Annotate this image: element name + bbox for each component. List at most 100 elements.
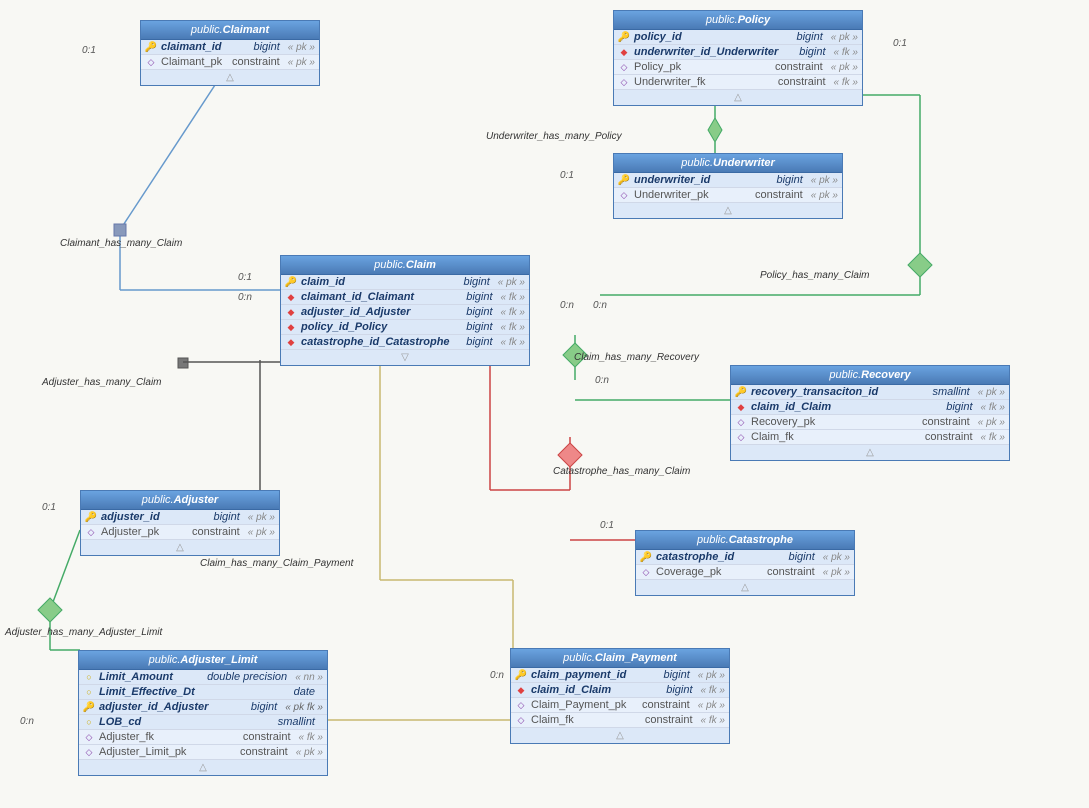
entity-claim-payment[interactable]: public.Claim_Payment 🔑 claim_payment_id …	[510, 648, 730, 744]
cardinality-adjusterlimit-0-n: 0:n	[20, 716, 34, 727]
entity-policy-header: public.Policy	[614, 11, 862, 30]
pk-icon: 🔑	[285, 276, 297, 288]
constraint-icon: ◇	[83, 731, 95, 743]
entity-claim-row-policy: ◆ policy_id_Policy bigint « fk »	[281, 320, 529, 335]
relation-claim-claimpayment: Claim_has_many_Claim_Payment	[200, 558, 353, 569]
relation-adjuster-claim: Adjuster_has_many_Claim	[42, 377, 162, 388]
entity-claim-row-claimant: ◆ claimant_id_Claimant bigint « fk »	[281, 290, 529, 305]
entity-al-row-limit_eff_dt: ○ Limit_Effective_Dt date	[79, 685, 327, 700]
entity-claimant[interactable]: public.Claimant 🔑 claimant_id bigint « p…	[140, 20, 320, 86]
constraint-icon: ◇	[515, 714, 527, 726]
constraint-icon: ◇	[735, 431, 747, 443]
cardinality-policy-0-1: 0:1	[893, 38, 907, 49]
entity-adjuster-limit[interactable]: public.Adjuster_Limit ○ Limit_Amount dou…	[78, 650, 328, 776]
entity-claim-row-claim_id: 🔑 claim_id bigint « pk »	[281, 275, 529, 290]
entity-recovery-row-claim-fk: ◇ Claim_fk constraint « fk »	[731, 430, 1009, 445]
pk-icon: 🔑	[735, 386, 747, 398]
constraint-icon: ◇	[735, 416, 747, 428]
nn-icon: ○	[83, 716, 95, 728]
pk-icon: 🔑	[515, 669, 527, 681]
entity-catastrophe-row-pk: ◇ Coverage_pk constraint « pk »	[636, 565, 854, 580]
entity-cp-footer: △	[511, 728, 729, 743]
entity-catastrophe[interactable]: public.Catastrophe 🔑 catastrophe_id bigi…	[635, 530, 855, 596]
cardinality-adjuster-0-1: 0:1	[42, 502, 56, 513]
pk-icon: 🔑	[618, 31, 630, 43]
entity-claim[interactable]: public.Claim 🔑 claim_id bigint « pk » ◆ …	[280, 255, 530, 366]
pk-icon: 🔑	[640, 551, 652, 563]
entity-catastrophe-row-id: 🔑 catastrophe_id bigint « pk »	[636, 550, 854, 565]
nn-icon: ○	[83, 671, 95, 683]
entity-adjuster-header: public.Adjuster	[81, 491, 279, 510]
fk-icon: ◆	[285, 321, 297, 333]
entity-policy-row-policy_id: 🔑 policy_id bigint « pk »	[614, 30, 862, 45]
entity-claim-payment-header: public.Claim_Payment	[511, 649, 729, 668]
relation-claim-recovery: Claim_has_many_Recovery	[574, 352, 699, 363]
entity-al-row-al-pk: ◇ Adjuster_Limit_pk constraint « pk »	[79, 745, 327, 760]
entity-policy[interactable]: public.Policy 🔑 policy_id bigint « pk » …	[613, 10, 863, 106]
entity-al-row-lob_cd: ○ LOB_cd smallint	[79, 715, 327, 730]
entity-al-row-adjuster-fk: ◇ Adjuster_fk constraint « fk »	[79, 730, 327, 745]
constraint-icon: ◇	[618, 76, 630, 88]
entity-catastrophe-footer: △	[636, 580, 854, 595]
constraint-icon: ◇	[618, 61, 630, 73]
cardinality-underwriter-0-1: 0:1	[560, 170, 574, 181]
entity-underwriter[interactable]: public.Underwriter 🔑 underwriter_id bigi…	[613, 153, 843, 219]
entity-cp-row-cp-pk: ◇ Claim_Payment_pk constraint « pk »	[511, 698, 729, 713]
entity-adjuster-footer: △	[81, 540, 279, 555]
cardinality-claimant-0-1: 0:1	[82, 45, 96, 56]
entity-recovery-row-transaction_id: 🔑 recovery_transaciton_id smallint « pk …	[731, 385, 1009, 400]
fk-icon: ◆	[285, 291, 297, 303]
entity-recovery[interactable]: public.Recovery 🔑 recovery_transaciton_i…	[730, 365, 1010, 461]
entity-claim-footer: ▽	[281, 350, 529, 365]
relation-underwriter-policy: Underwriter_has_many_Policy	[486, 131, 622, 142]
cardinality-underwriter-0-n: 0:n	[560, 300, 574, 311]
relation-adjuster-adjusterlimit: Adjuster_has_many_Adjuster_Limit	[5, 627, 162, 638]
pk-icon: 🔑	[145, 41, 157, 53]
entity-policy-row-underwriter_id: ◆ underwriter_id_Underwriter bigint « fk…	[614, 45, 862, 60]
fk-icon: ◆	[515, 684, 527, 696]
entity-al-row-adjuster_id: 🔑 adjuster_id_Adjuster bigint « pk fk »	[79, 700, 327, 715]
entity-cp-row-claim-id: ◆ claim_id_Claim bigint « fk »	[511, 683, 729, 698]
nn-icon: ○	[83, 686, 95, 698]
constraint-icon: ◇	[85, 526, 97, 538]
constraint-icon: ◇	[618, 189, 630, 201]
fk-icon: ◆	[285, 306, 297, 318]
fk-icon: ◆	[285, 336, 297, 348]
cardinality-claim-left-0-1: 0:1	[238, 272, 252, 283]
entity-claimant-row-pk: ◇ Claimant_pk constraint « pk »	[141, 55, 319, 70]
entity-adjuster-row-id: 🔑 adjuster_id bigint « pk »	[81, 510, 279, 525]
entity-recovery-header: public.Recovery	[731, 366, 1009, 385]
cardinality-policy-claim-0-n: 0:n	[593, 300, 607, 311]
entity-recovery-row-claim_id: ◆ claim_id_Claim bigint « fk »	[731, 400, 1009, 415]
entity-underwriter-row-pk: ◇ Underwriter_pk constraint « pk »	[614, 188, 842, 203]
entity-claim-row-adjuster: ◆ adjuster_id_Adjuster bigint « fk »	[281, 305, 529, 320]
cardinality-claimpayment-0-n: 0:n	[490, 670, 504, 681]
entity-catastrophe-header: public.Catastrophe	[636, 531, 854, 550]
relation-catastrophe-claim: Catastrophe_has_many_Claim	[553, 466, 690, 477]
pkfk-icon: 🔑	[83, 701, 95, 713]
entity-claimant-row-claimant_id: 🔑 claimant_id bigint « pk »	[141, 40, 319, 55]
constraint-icon: ◇	[145, 56, 157, 68]
entity-underwriter-row-id: 🔑 underwriter_id bigint « pk »	[614, 173, 842, 188]
entity-policy-footer: △	[614, 90, 862, 105]
entity-claimant-footer: △	[141, 70, 319, 85]
cardinality-catastrophe-0-1: 0:1	[600, 520, 614, 531]
entity-cp-row-id: 🔑 claim_payment_id bigint « pk »	[511, 668, 729, 683]
fk-icon: ◆	[735, 401, 747, 413]
entity-recovery-footer: △	[731, 445, 1009, 460]
diagram-canvas: 0:1 0:1 0:n 0:1 0:n 0:1 0:n 0:1 0:n 0:1 …	[0, 0, 1089, 808]
entity-claim-row-catastrophe: ◆ catastrophe_id_Catastrophe bigint « fk…	[281, 335, 529, 350]
cardinality-claim-left-0-n: 0:n	[238, 292, 252, 303]
entity-claimant-header: public.Claimant	[141, 21, 319, 40]
fk-icon: ◆	[618, 46, 630, 58]
entity-claim-header: public.Claim	[281, 256, 529, 275]
entity-al-footer: △	[79, 760, 327, 775]
entity-adjuster[interactable]: public.Adjuster 🔑 adjuster_id bigint « p…	[80, 490, 280, 556]
relation-policy-claim: Policy_has_many_Claim	[760, 270, 870, 281]
entity-recovery-row-pk: ◇ Recovery_pk constraint « pk »	[731, 415, 1009, 430]
pk-icon: 🔑	[618, 174, 630, 186]
entity-cp-row-claim-fk: ◇ Claim_fk constraint « fk »	[511, 713, 729, 728]
entity-underwriter-header: public.Underwriter	[614, 154, 842, 173]
entity-adjuster-limit-header: public.Adjuster_Limit	[79, 651, 327, 670]
pk-icon: 🔑	[85, 511, 97, 523]
